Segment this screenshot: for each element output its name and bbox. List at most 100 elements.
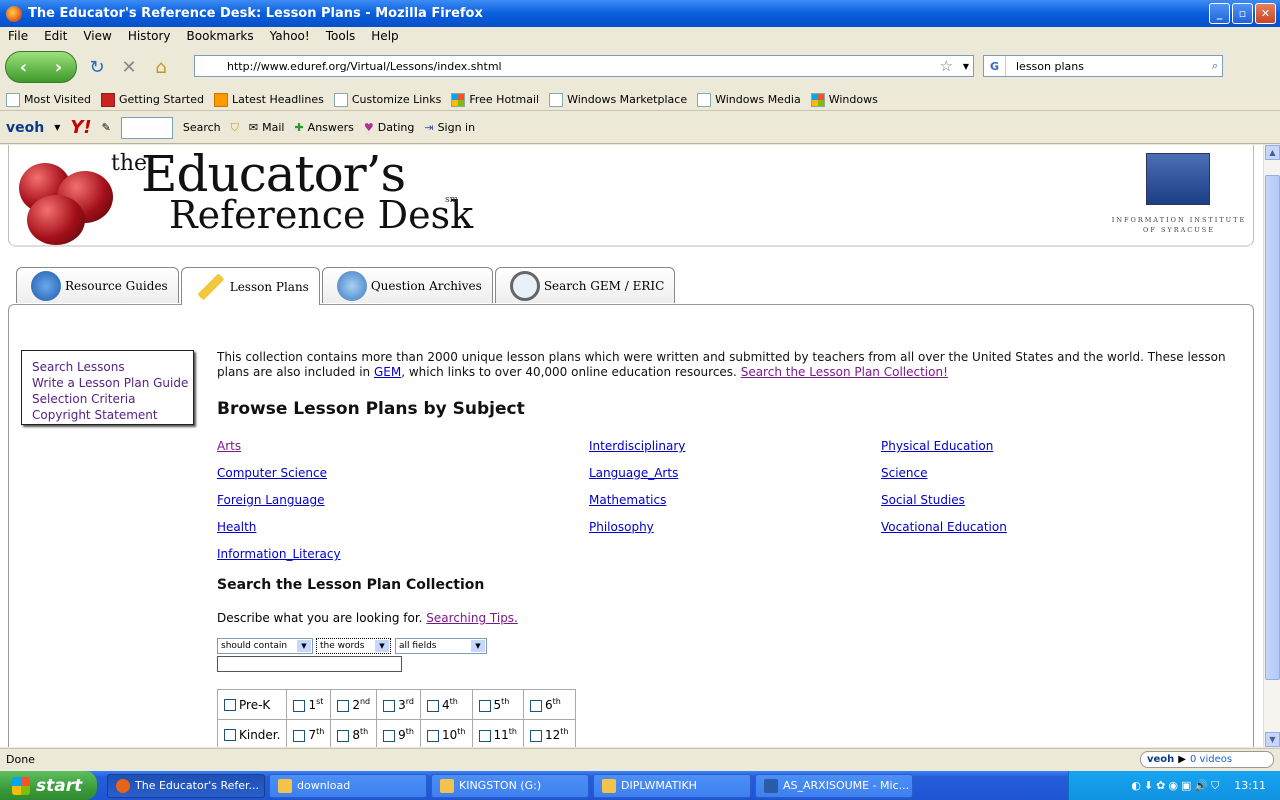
grade-checkbox[interactable] bbox=[478, 699, 491, 712]
grade-checkbox[interactable] bbox=[224, 729, 236, 741]
bookmark-latest-headlines[interactable]: Latest Headlines bbox=[214, 92, 324, 107]
tab-resource-guides[interactable]: Resource Guides bbox=[16, 267, 179, 303]
bookmark-most-visited[interactable]: Most Visited bbox=[6, 92, 91, 107]
task-word-document[interactable]: AS_ARXISOUME - Mic... bbox=[755, 773, 913, 798]
menu-tools[interactable]: Tools bbox=[318, 29, 364, 43]
scroll-up-icon[interactable]: ▲ bbox=[1265, 145, 1280, 160]
subject-interdisciplinary[interactable]: Interdisciplinary bbox=[589, 439, 685, 453]
maximize-button[interactable]: ▫ bbox=[1232, 3, 1253, 24]
search-icon[interactable]: ⌕ bbox=[1212, 59, 1218, 73]
menu-bookmarks[interactable]: Bookmarks bbox=[179, 29, 262, 43]
tab-question-archives[interactable]: Question Archives bbox=[321, 267, 493, 303]
tab-search-gem-eric[interactable]: Search GEM / ERIC bbox=[494, 267, 676, 303]
subject-information-literacy[interactable]: Information_Literacy bbox=[217, 547, 341, 561]
yahoo-signin-button[interactable]: Sign in bbox=[438, 121, 476, 134]
menu-history[interactable]: History bbox=[120, 29, 179, 43]
url-dropdown-icon[interactable]: ▼ bbox=[963, 62, 969, 71]
subject-arts[interactable]: Arts bbox=[217, 439, 241, 453]
scroll-down-icon[interactable]: ▼ bbox=[1265, 732, 1280, 747]
grade-checkbox[interactable] bbox=[478, 729, 491, 742]
minimize-button[interactable]: _ bbox=[1209, 3, 1230, 24]
subject-philosophy[interactable]: Philosophy bbox=[589, 520, 654, 534]
search-text[interactable]: lesson plans bbox=[1006, 60, 1084, 73]
task-download[interactable]: download bbox=[269, 773, 427, 798]
menu-help[interactable]: Help bbox=[363, 29, 406, 43]
home-icon[interactable]: ⌂ bbox=[149, 55, 173, 79]
yahoo-search-field[interactable] bbox=[120, 116, 173, 139]
grade-checkbox[interactable] bbox=[427, 729, 439, 742]
side-write-guide[interactable]: Write a Lesson Plan Guide bbox=[32, 375, 193, 391]
dating-icon[interactable]: ♥ bbox=[364, 121, 374, 134]
subject-language-arts[interactable]: Language_Arts bbox=[589, 466, 678, 480]
bookmark-windows[interactable]: Windows bbox=[810, 92, 878, 107]
veoh-dropdown-icon[interactable]: ▼ bbox=[54, 123, 60, 132]
subject-science[interactable]: Science bbox=[881, 466, 928, 480]
subject-mathematics[interactable]: Mathematics bbox=[589, 493, 666, 507]
select-all-fields[interactable]: all fields ▼ bbox=[395, 638, 487, 654]
search-box[interactable]: G lesson plans ⌕ bbox=[983, 55, 1223, 77]
subject-foreign-language[interactable]: Foreign Language bbox=[217, 493, 324, 507]
start-button[interactable]: start bbox=[0, 771, 97, 800]
side-copyright[interactable]: Copyright Statement bbox=[32, 407, 193, 423]
side-search-lessons[interactable]: Search Lessons bbox=[32, 359, 193, 375]
grade-checkbox[interactable] bbox=[427, 699, 439, 712]
grade-checkbox[interactable] bbox=[224, 699, 236, 711]
grade-checkbox[interactable] bbox=[337, 729, 350, 742]
bookmark-getting-started[interactable]: Getting Started bbox=[100, 92, 204, 107]
task-firefox[interactable]: The Educator's Refer... bbox=[107, 773, 265, 798]
grade-checkbox[interactable] bbox=[383, 699, 396, 712]
pencil-icon[interactable]: ✎ bbox=[102, 121, 111, 134]
url-bar[interactable]: http://www.eduref.org/Virtual/Lessons/in… bbox=[194, 55, 974, 77]
back-forward-buttons[interactable]: ‹ › bbox=[5, 51, 77, 83]
bookmark-free-hotmail[interactable]: Free Hotmail bbox=[451, 92, 539, 107]
signin-icon[interactable]: ⇥ bbox=[424, 121, 433, 134]
gem-link[interactable]: GEM bbox=[374, 365, 401, 379]
yahoo-answers-button[interactable]: Answers bbox=[308, 121, 354, 134]
grade-checkbox[interactable] bbox=[383, 729, 396, 742]
bookmark-windows-media[interactable]: Windows Media bbox=[697, 92, 801, 107]
select-the-words[interactable]: the words ▼ bbox=[316, 638, 391, 654]
menu-file[interactable]: File bbox=[0, 29, 36, 43]
yahoo-search-button[interactable]: Search bbox=[183, 121, 221, 134]
reload-icon[interactable]: ↻ bbox=[85, 55, 109, 79]
task-diplwmatikh[interactable]: DIPLWMATIKH bbox=[593, 773, 751, 798]
stop-icon[interactable]: ✕ bbox=[117, 55, 141, 79]
vertical-scrollbar[interactable]: ▲ ▼ bbox=[1263, 145, 1280, 747]
menu-yahoo[interactable]: Yahoo! bbox=[262, 29, 318, 43]
grade-checkbox[interactable] bbox=[293, 729, 306, 742]
yahoo-mail-button[interactable]: Mail bbox=[262, 121, 284, 134]
url-text[interactable]: http://www.eduref.org/Virtual/Lessons/in… bbox=[227, 60, 502, 73]
search-collection-link[interactable]: Search the Lesson Plan Collection! bbox=[741, 365, 948, 379]
google-icon[interactable]: G bbox=[984, 56, 1006, 76]
subject-health[interactable]: Health bbox=[217, 520, 256, 534]
searching-tips-link[interactable]: Searching Tips. bbox=[426, 611, 518, 625]
task-kingston[interactable]: KINGSTON (G:) bbox=[431, 773, 589, 798]
bookmark-customize-links[interactable]: Customize Links bbox=[333, 92, 441, 107]
forward-icon[interactable]: › bbox=[55, 57, 62, 78]
subject-computer-science[interactable]: Computer Science bbox=[217, 466, 327, 480]
veoh-status[interactable]: veoh ▶ 0 videos bbox=[1140, 751, 1274, 768]
grade-checkbox[interactable] bbox=[337, 699, 350, 712]
shield-icon[interactable]: ⛉ bbox=[231, 121, 239, 135]
back-icon[interactable]: ‹ bbox=[20, 57, 27, 78]
close-button[interactable]: ✕ bbox=[1255, 3, 1276, 24]
grade-checkbox[interactable] bbox=[530, 729, 542, 742]
select-should-contain[interactable]: should contain ▼ bbox=[217, 638, 313, 654]
subject-physical-education[interactable]: Physical Education bbox=[881, 439, 993, 453]
search-terms-input[interactable] bbox=[217, 656, 402, 672]
menu-view[interactable]: View bbox=[75, 29, 119, 43]
grade-checkbox[interactable] bbox=[530, 699, 542, 712]
mail-icon[interactable]: ✉ bbox=[249, 121, 258, 134]
grade-checkbox[interactable] bbox=[293, 699, 306, 712]
veoh-logo[interactable]: veoh bbox=[6, 120, 44, 136]
tab-lesson-plans[interactable]: Lesson Plans bbox=[180, 267, 320, 305]
answers-icon[interactable]: ✚ bbox=[294, 121, 303, 134]
subject-social-studies[interactable]: Social Studies bbox=[881, 493, 965, 507]
bookmark-star-icon[interactable]: ☆ bbox=[940, 57, 953, 75]
scroll-thumb[interactable] bbox=[1265, 175, 1280, 680]
subject-vocational-education[interactable]: Vocational Education bbox=[881, 520, 1007, 534]
side-selection-criteria[interactable]: Selection Criteria bbox=[32, 391, 193, 407]
yahoo-logo[interactable]: Y! bbox=[70, 117, 91, 138]
bookmark-windows-marketplace[interactable]: Windows Marketplace bbox=[549, 92, 687, 107]
iis-logo-icon[interactable] bbox=[1146, 153, 1210, 205]
